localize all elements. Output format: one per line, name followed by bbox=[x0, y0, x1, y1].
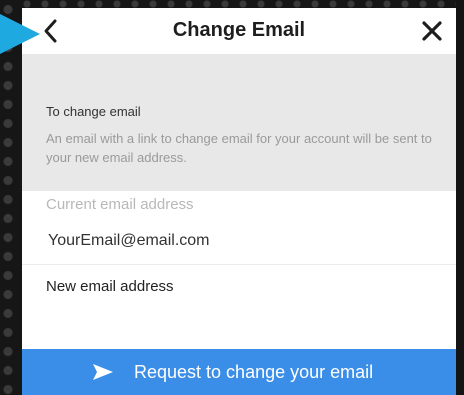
current-email-label: Current email address bbox=[46, 196, 194, 213]
send-icon bbox=[93, 364, 113, 380]
close-icon bbox=[422, 21, 442, 41]
info-title: To change email bbox=[46, 104, 141, 119]
background-edge-left bbox=[0, 0, 22, 395]
info-section: To change email An email with a link to … bbox=[22, 54, 456, 191]
close-button[interactable] bbox=[418, 17, 446, 45]
modal-title: Change Email bbox=[172, 19, 306, 41]
info-text: An email with a link to change email for… bbox=[46, 131, 432, 165]
divider bbox=[22, 264, 456, 265]
background-edge-right bbox=[456, 0, 464, 395]
cursor-pointer-icon bbox=[0, 14, 40, 54]
request-change-button[interactable]: Request to change your email bbox=[22, 349, 456, 395]
new-email-field[interactable]: New email address bbox=[46, 278, 174, 295]
current-email-value: YourEmail@email.com bbox=[48, 232, 210, 249]
background-edge bbox=[0, 0, 464, 8]
modal-header: Change Email bbox=[22, 8, 456, 54]
change-email-modal: Change Email To change email An email wi… bbox=[22, 8, 456, 395]
request-change-label: Request to change your email bbox=[134, 362, 374, 382]
